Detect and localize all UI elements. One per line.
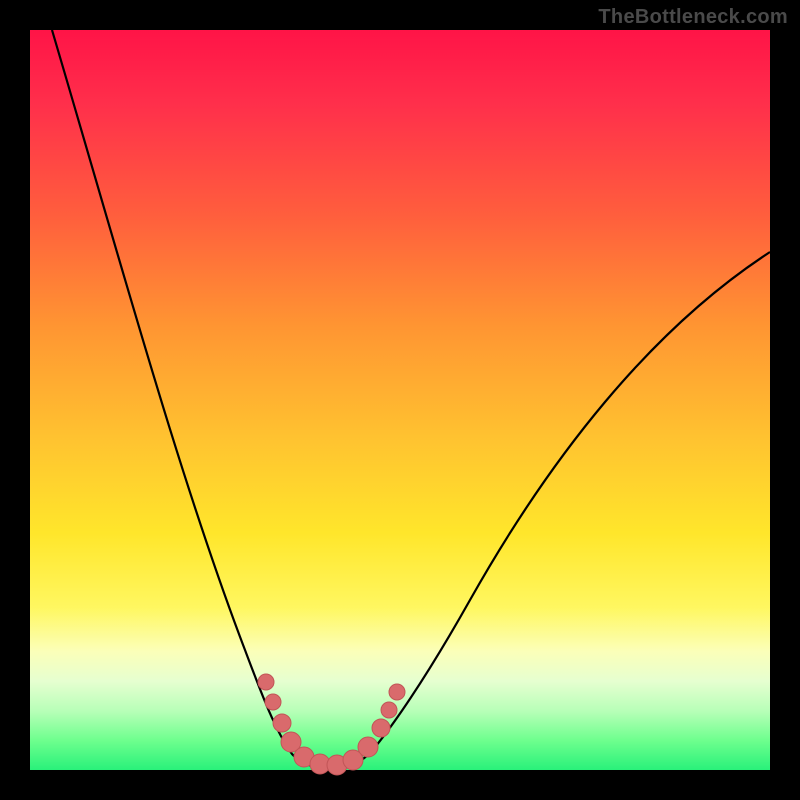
marker-dot xyxy=(381,702,397,718)
bottleneck-curve xyxy=(52,30,770,768)
watermark-text: TheBottleneck.com xyxy=(598,6,788,29)
marker-dot xyxy=(273,714,291,732)
marker-dot xyxy=(389,684,405,700)
marker-dot xyxy=(258,674,274,690)
marker-dot xyxy=(265,694,281,710)
plot-area xyxy=(30,30,770,770)
marker-dot xyxy=(372,719,390,737)
chart-frame: TheBottleneck.com xyxy=(0,0,800,800)
bottom-markers xyxy=(258,674,405,775)
marker-dot xyxy=(358,737,378,757)
curve-svg xyxy=(30,30,770,770)
